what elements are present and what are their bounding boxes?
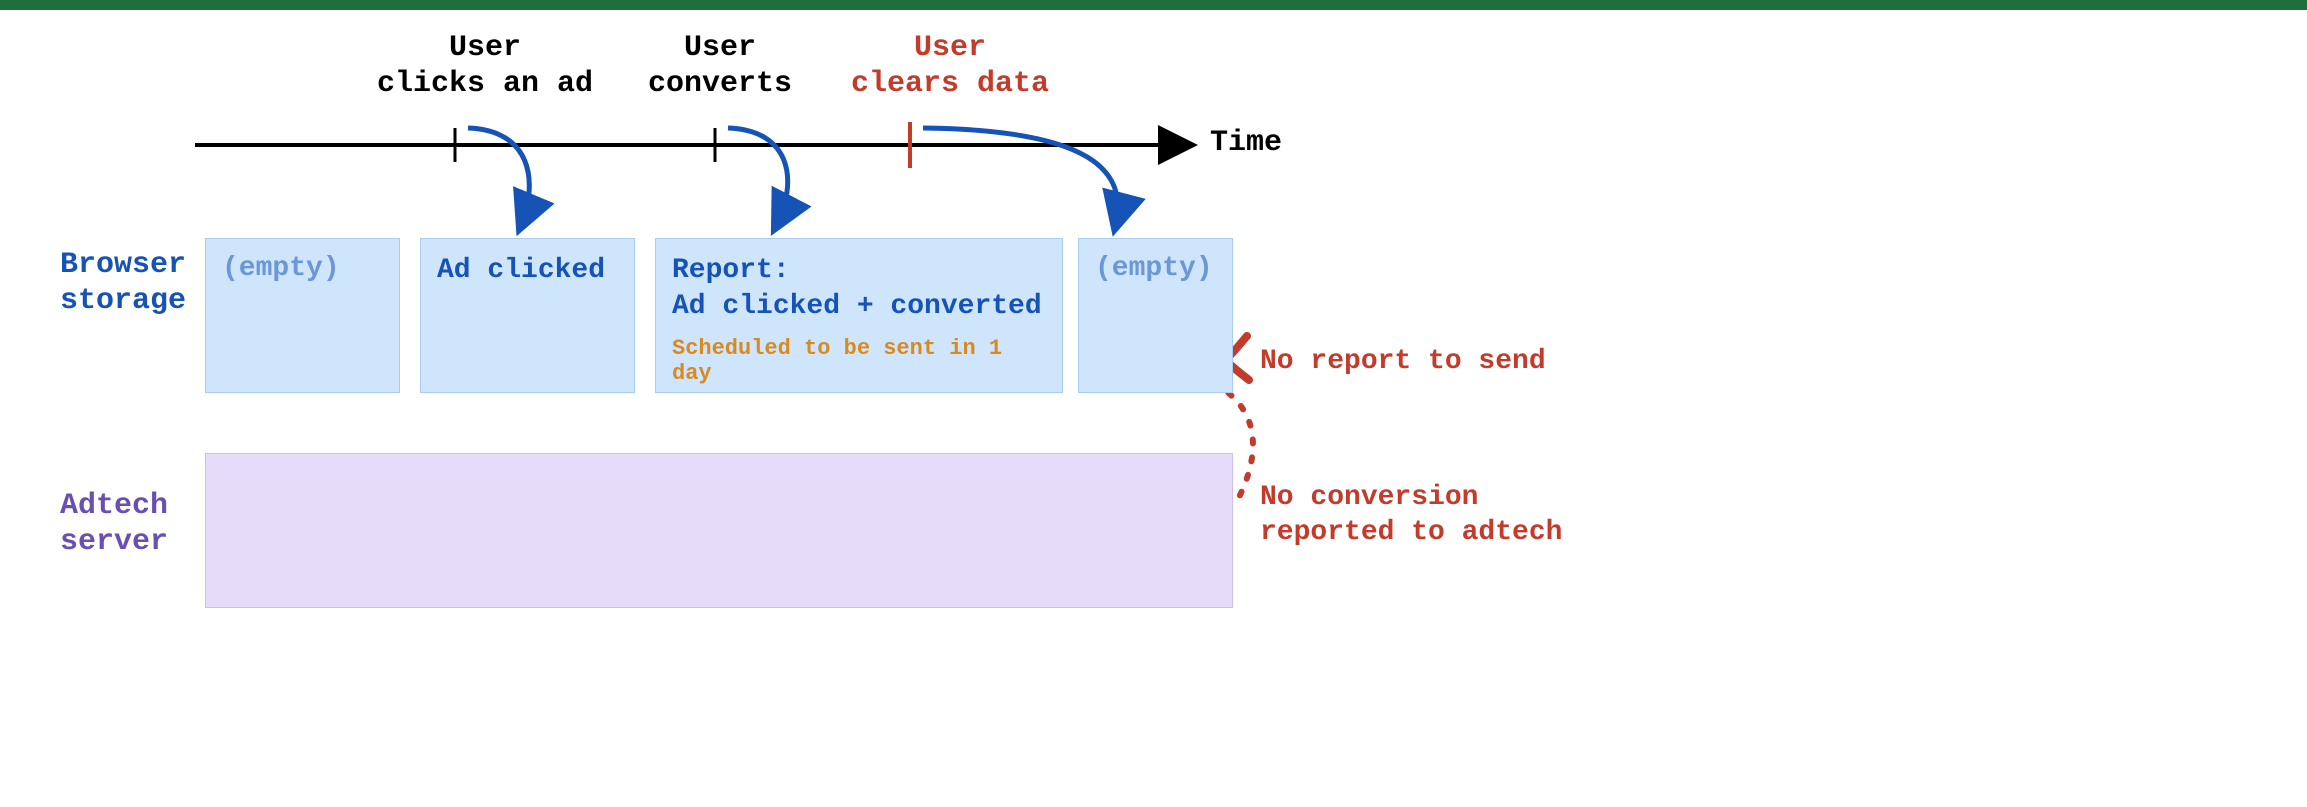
box-report-title: Report: Ad clicked + converted <box>672 253 1046 326</box>
error-no-conversion: No conversion reported to adtech <box>1260 480 1562 550</box>
event-label-convert: User converts <box>620 30 820 102</box>
error-no-report: No report to send <box>1260 344 1546 379</box>
arrow-click-to-box <box>468 128 529 228</box>
box-empty-after-clear: (empty) <box>1078 238 1233 393</box>
box-report: Report: Ad clicked + converted Scheduled… <box>655 238 1063 393</box>
timeline-svg <box>60 10 1620 790</box>
box-report-subtext: Scheduled to be sent in 1 day <box>672 336 1046 386</box>
top-accent-bar <box>0 0 2307 10</box>
box-empty-after-clear-text: (empty) <box>1095 253 1213 284</box>
box-ad-clicked: Ad clicked <box>420 238 635 393</box>
box-empty-initial-text: (empty) <box>222 253 340 284</box>
box-empty-initial: (empty) <box>205 238 400 393</box>
arrow-clear-to-box <box>923 128 1118 228</box>
row-label-adtech: Adtech server <box>60 488 168 560</box>
event-label-clear: User clears data <box>820 30 1080 102</box>
arrow-convert-to-box <box>728 128 788 228</box>
event-label-click: User clicks an ad <box>355 30 615 102</box>
row-label-browser: Browser storage <box>60 247 186 319</box>
box-adtech-server <box>205 453 1233 608</box>
axis-label-time: Time <box>1210 126 1282 160</box>
box-ad-clicked-title: Ad clicked <box>437 255 605 286</box>
diagram-canvas: User clicks an ad User converts User cle… <box>60 10 1620 790</box>
